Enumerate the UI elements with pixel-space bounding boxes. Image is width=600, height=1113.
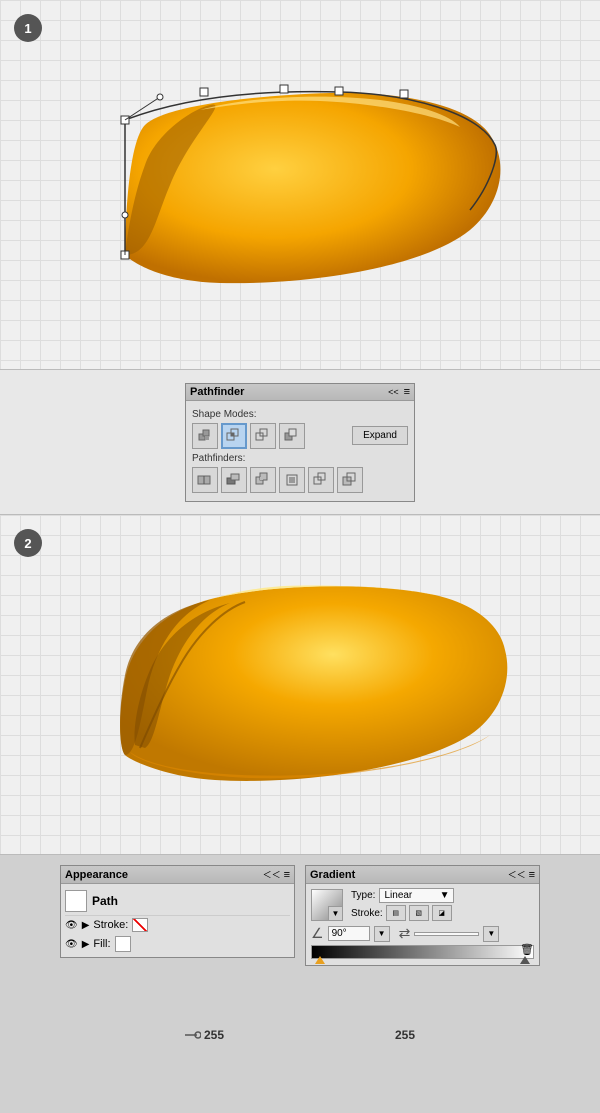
- gradient-controls: ＜＜ ≡: [508, 868, 535, 881]
- type-row: Type: Linear ▼: [351, 888, 454, 903]
- add-shape-icon[interactable]: [192, 423, 218, 449]
- gradient-type-arrow[interactable]: ▼: [328, 906, 342, 920]
- fill-visibility-icon[interactable]: 👁: [65, 939, 78, 950]
- stroke-row: 👁 ▶ Stroke:: [65, 916, 290, 934]
- divide-icon[interactable]: [192, 467, 218, 493]
- pathfinder-controls: << ≡: [388, 386, 410, 398]
- shape-svg-1: [70, 55, 530, 325]
- subtract-shape-icon[interactable]: [279, 423, 305, 449]
- reverse-dropdown-btn[interactable]: ▼: [483, 926, 499, 942]
- appearance-header: Appearance ＜＜ ≡: [61, 866, 294, 884]
- shape-modes-label: Shape Modes:: [192, 409, 408, 420]
- appearance-body: Path 👁 ▶ Stroke: 👁 ▶ Fill:: [61, 884, 294, 957]
- gradient-type-row: ▼ Type: Linear ▼ Stroke: ▤ ▧: [311, 888, 534, 921]
- stroke-visibility-icon[interactable]: 👁: [65, 920, 78, 931]
- intersect-shape-icon[interactable]: [221, 423, 247, 449]
- fill-label: Fill:: [93, 938, 110, 950]
- stroke-type-label: Stroke:: [351, 908, 383, 919]
- merge-icon[interactable]: [250, 467, 276, 493]
- bottom-area: Appearance ＜＜ ≡ Path 👁 ▶ Stroke: 👁 ▶: [0, 855, 600, 1050]
- gradient-stop-right[interactable]: [520, 956, 530, 964]
- left-number-display: 255: [185, 1028, 224, 1042]
- gradient-panel: Gradient ＜＜ ≡ ▼ Type: Linear ▼: [305, 865, 540, 966]
- gradient-body: ▼ Type: Linear ▼ Stroke: ▤ ▧: [306, 884, 539, 965]
- path-row: Path: [65, 887, 290, 916]
- stroke-type-btn-2[interactable]: ▧: [409, 905, 429, 921]
- gradient-slider-container: 🗑: [311, 945, 534, 959]
- gradient-slider-bar[interactable]: [311, 945, 534, 959]
- pathfinder-collapse-btn[interactable]: <<: [388, 387, 399, 397]
- angle-input[interactable]: 90°: [328, 926, 370, 941]
- type-dropdown[interactable]: Linear ▼: [379, 888, 454, 903]
- pathfinders-label: Pathfinders:: [192, 453, 408, 464]
- path-label: Path: [92, 894, 118, 908]
- pathfinder-panel: Pathfinder << ≡ Shape Modes:: [185, 383, 415, 502]
- appearance-menu-btn[interactable]: ≡: [284, 869, 290, 881]
- appearance-collapse-btn[interactable]: ＜＜: [263, 868, 281, 881]
- right-number: 255: [395, 1028, 415, 1042]
- gradient-type-controls: Type: Linear ▼ Stroke: ▤ ▧ ◪: [351, 888, 454, 921]
- stroke-label: Stroke:: [93, 919, 128, 931]
- appearance-title: Appearance: [65, 869, 128, 881]
- exclude-shape-icon[interactable]: [250, 423, 276, 449]
- gradient-title: Gradient: [310, 869, 355, 881]
- stroke-type-btn-1[interactable]: ▤: [386, 905, 406, 921]
- gradient-collapse-btn[interactable]: ＜＜: [508, 868, 526, 881]
- outline-icon[interactable]: [308, 467, 334, 493]
- shape-svg-2: [75, 560, 525, 810]
- right-number-display: 255: [395, 1028, 415, 1042]
- expand-button[interactable]: Expand: [352, 426, 408, 445]
- pathfinder-title: Pathfinder: [190, 386, 244, 398]
- stroke-color-swatch[interactable]: [132, 918, 148, 932]
- canvas-section-1: 1: [0, 0, 600, 370]
- pathfinder-menu-btn[interactable]: ≡: [404, 386, 410, 398]
- gradient-stop-left[interactable]: [315, 956, 325, 964]
- step-badge-1: 1: [14, 14, 42, 42]
- pathfinder-panel-area: Pathfinder << ≡ Shape Modes:: [0, 370, 600, 515]
- fill-row: 👁 ▶ Fill:: [65, 934, 290, 954]
- appearance-controls: ＜＜ ≡: [263, 868, 290, 881]
- crop-icon[interactable]: [279, 467, 305, 493]
- pathfinders-row: [192, 467, 408, 493]
- angle-dropdown-btn[interactable]: ▼: [374, 926, 390, 942]
- angle-row: ∠ 90° ▼ ⇄ ▼: [311, 925, 534, 942]
- appearance-panel: Appearance ＜＜ ≡ Path 👁 ▶ Stroke: 👁 ▶: [60, 865, 295, 958]
- canvas-section-2: 2: [0, 515, 600, 855]
- shape-modes-row: Expand: [192, 423, 408, 449]
- gradient-menu-btn[interactable]: ≡: [529, 869, 535, 881]
- pathfinder-body: Shape Modes:: [186, 401, 414, 501]
- stroke-type-btn-3[interactable]: ◪: [432, 905, 452, 921]
- stroke-expand-icon[interactable]: ▶: [82, 920, 90, 931]
- slider-left-icon: [185, 1030, 201, 1040]
- trim-icon[interactable]: [221, 467, 247, 493]
- type-dropdown-arrow: ▼: [440, 890, 450, 901]
- type-value: Linear: [384, 890, 412, 901]
- minus-back-icon[interactable]: [337, 467, 363, 493]
- stroke-type-row: Stroke: ▤ ▧ ◪: [351, 905, 454, 921]
- reverse-symbol: ⇄: [399, 925, 411, 942]
- step-badge-2: 2: [14, 529, 42, 557]
- pathfinder-title-bar: Pathfinder << ≡: [186, 384, 414, 401]
- gradient-header: Gradient ＜＜ ≡: [306, 866, 539, 884]
- reverse-input[interactable]: [414, 932, 479, 936]
- type-label: Type:: [351, 890, 375, 901]
- delete-stop-btn[interactable]: 🗑: [520, 943, 534, 956]
- gradient-preview: ▼: [311, 889, 343, 921]
- angle-symbol: ∠: [311, 925, 324, 942]
- fill-expand-icon[interactable]: ▶: [82, 939, 90, 950]
- bottom-numbers: 255 255: [0, 1028, 600, 1042]
- left-number: 255: [204, 1028, 224, 1042]
- fill-color-swatch[interactable]: [115, 936, 131, 952]
- path-swatch: [65, 890, 87, 912]
